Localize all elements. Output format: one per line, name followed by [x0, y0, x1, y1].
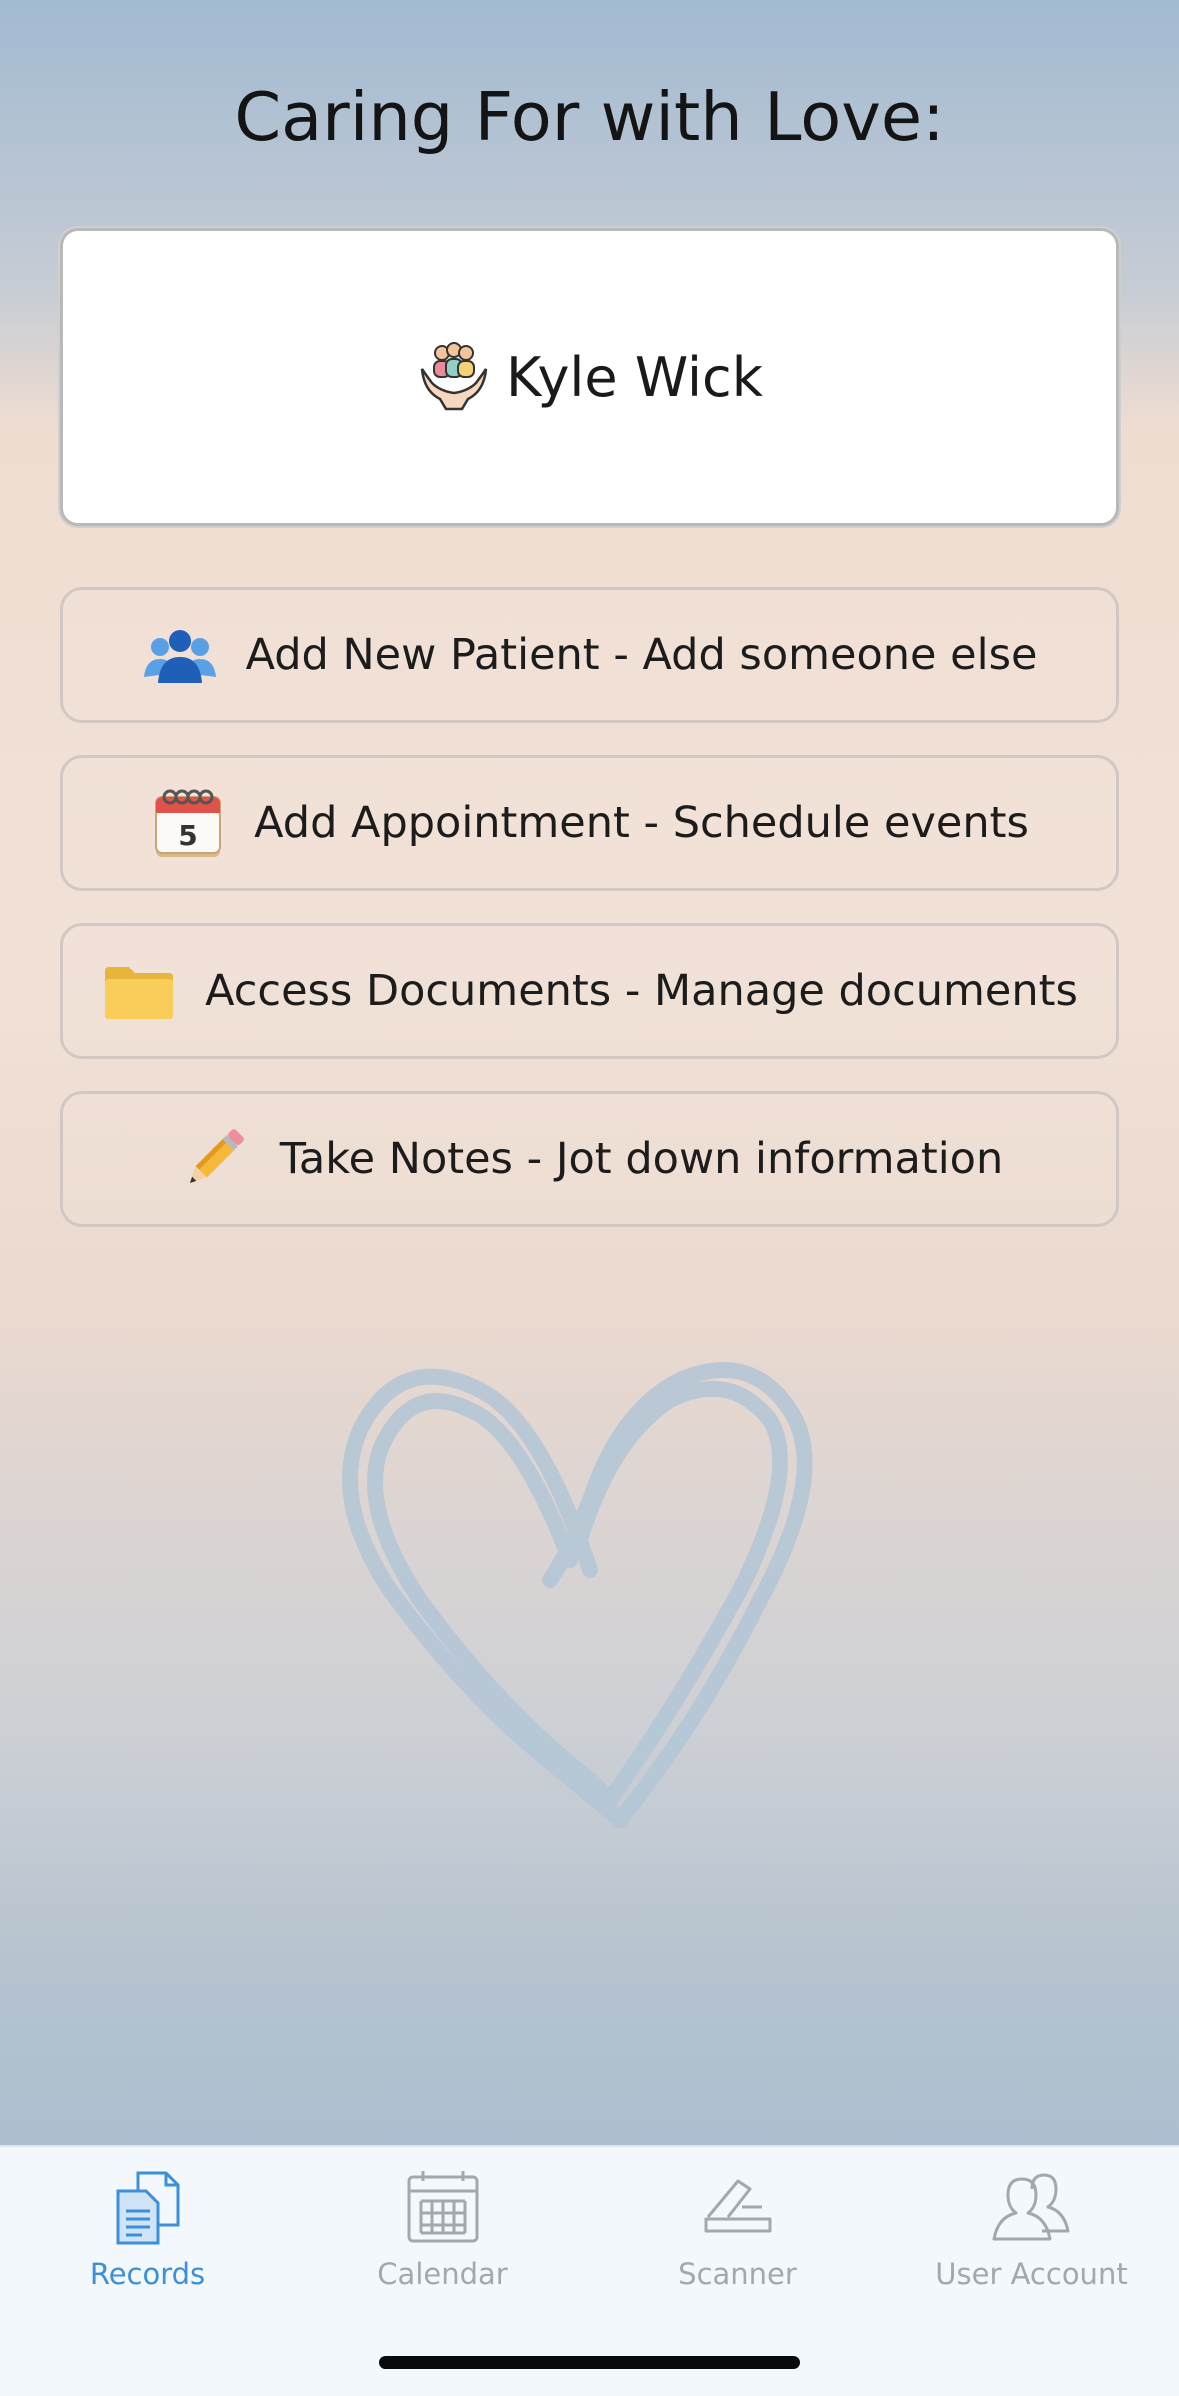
pencil-icon [189, 1129, 244, 1184]
patient-card[interactable]: Kyle Wick [60, 228, 1119, 526]
tab-user-account[interactable]: User Account [884, 2167, 1179, 2307]
tab-calendar-label: Calendar [377, 2257, 508, 2291]
caring-hands-icon [420, 342, 488, 411]
svg-text:5: 5 [178, 819, 197, 852]
folder-icon [105, 967, 174, 1019]
tab-records[interactable]: Records [0, 2167, 295, 2307]
add-appointment-button[interactable]: 5 Add Appointment - Schedule events [60, 755, 1119, 891]
tab-user-account-label: User Account [935, 2257, 1128, 2291]
calendar-tab-icon [407, 2171, 478, 2243]
add-new-patient-button[interactable]: Add New Patient - Add someone else [60, 587, 1119, 723]
tab-calendar[interactable]: Calendar [295, 2167, 590, 2307]
heart-illustration [342, 1362, 813, 1828]
calendar-icon: 5 [155, 789, 222, 857]
page-title: Caring For with Love: [234, 78, 945, 156]
access-documents-label: Access Documents - Manage documents [205, 966, 1078, 1016]
home-indicator [379, 2356, 800, 2369]
take-notes-label: Take Notes - Jot down information [279, 1134, 1004, 1184]
scanner-icon [704, 2179, 771, 2233]
people-icon [143, 630, 216, 683]
tab-scanner[interactable]: Scanner [590, 2167, 885, 2307]
add-new-patient-label: Add New Patient - Add someone else [245, 630, 1038, 680]
patient-name: Kyle Wick [505, 345, 763, 409]
records-icon [116, 2171, 179, 2245]
user-account-icon [992, 2173, 1069, 2241]
tab-records-label: Records [89, 2257, 206, 2291]
add-appointment-label: Add Appointment - Schedule events [254, 798, 1029, 848]
access-documents-button[interactable]: Access Documents - Manage documents [60, 923, 1119, 1059]
tab-scanner-label: Scanner [678, 2257, 797, 2291]
take-notes-button[interactable]: Take Notes - Jot down information [60, 1091, 1119, 1227]
